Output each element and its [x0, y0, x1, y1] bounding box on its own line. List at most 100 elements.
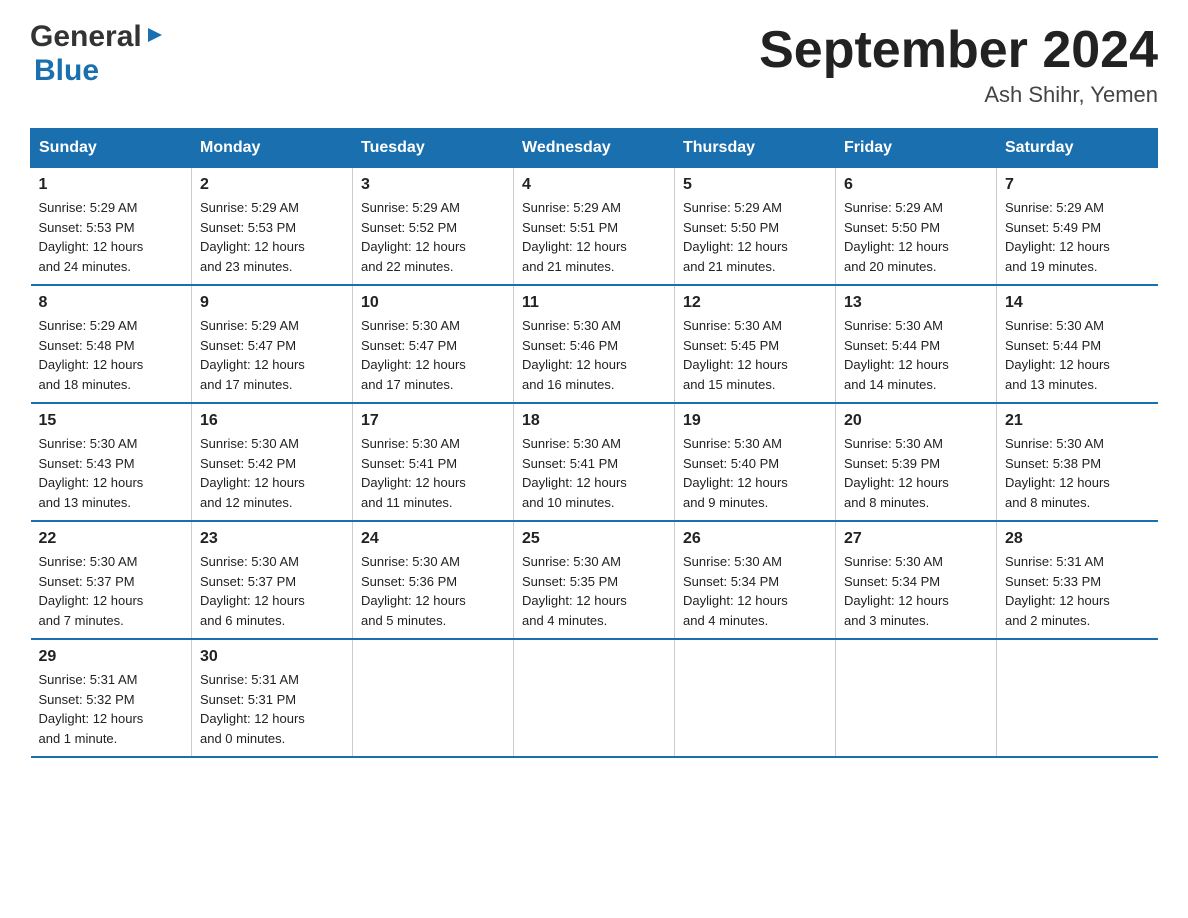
calendar-cell: 27 Sunrise: 5:30 AM Sunset: 5:34 PM Dayl… — [836, 521, 997, 639]
day-info: Sunrise: 5:30 AM Sunset: 5:46 PM Dayligh… — [522, 316, 666, 394]
calendar-week-row: 8 Sunrise: 5:29 AM Sunset: 5:48 PM Dayli… — [31, 285, 1158, 403]
logo-arrow-icon — [144, 24, 166, 51]
day-info: Sunrise: 5:30 AM Sunset: 5:40 PM Dayligh… — [683, 434, 827, 512]
calendar-week-row: 1 Sunrise: 5:29 AM Sunset: 5:53 PM Dayli… — [31, 168, 1158, 286]
calendar-header-row: SundayMondayTuesdayWednesdayThursdayFrid… — [31, 129, 1158, 168]
day-info: Sunrise: 5:29 AM Sunset: 5:52 PM Dayligh… — [361, 198, 505, 276]
day-number: 2 — [200, 176, 344, 194]
day-info: Sunrise: 5:29 AM Sunset: 5:51 PM Dayligh… — [522, 198, 666, 276]
calendar-cell: 1 Sunrise: 5:29 AM Sunset: 5:53 PM Dayli… — [31, 168, 192, 286]
day-info: Sunrise: 5:30 AM Sunset: 5:44 PM Dayligh… — [1005, 316, 1150, 394]
day-number: 26 — [683, 530, 827, 548]
month-title: September 2024 — [759, 20, 1158, 80]
logo: General Blue — [30, 20, 168, 88]
title-section: September 2024 Ash Shihr, Yemen — [759, 20, 1158, 108]
calendar-cell: 15 Sunrise: 5:30 AM Sunset: 5:43 PM Dayl… — [31, 403, 192, 521]
day-info: Sunrise: 5:30 AM Sunset: 5:45 PM Dayligh… — [683, 316, 827, 394]
day-info: Sunrise: 5:30 AM Sunset: 5:42 PM Dayligh… — [200, 434, 344, 512]
day-info: Sunrise: 5:30 AM Sunset: 5:47 PM Dayligh… — [361, 316, 505, 394]
calendar-header-monday: Monday — [192, 129, 353, 168]
calendar-cell: 26 Sunrise: 5:30 AM Sunset: 5:34 PM Dayl… — [675, 521, 836, 639]
calendar-cell — [353, 639, 514, 757]
day-info: Sunrise: 5:30 AM Sunset: 5:34 PM Dayligh… — [683, 552, 827, 630]
location-text: Ash Shihr, Yemen — [759, 82, 1158, 108]
day-number: 5 — [683, 176, 827, 194]
calendar-cell: 30 Sunrise: 5:31 AM Sunset: 5:31 PM Dayl… — [192, 639, 353, 757]
day-number: 18 — [522, 412, 666, 430]
day-number: 9 — [200, 294, 344, 312]
calendar-cell: 23 Sunrise: 5:30 AM Sunset: 5:37 PM Dayl… — [192, 521, 353, 639]
day-info: Sunrise: 5:30 AM Sunset: 5:41 PM Dayligh… — [361, 434, 505, 512]
calendar-cell: 29 Sunrise: 5:31 AM Sunset: 5:32 PM Dayl… — [31, 639, 192, 757]
calendar-week-row: 22 Sunrise: 5:30 AM Sunset: 5:37 PM Dayl… — [31, 521, 1158, 639]
calendar-week-row: 29 Sunrise: 5:31 AM Sunset: 5:32 PM Dayl… — [31, 639, 1158, 757]
day-info: Sunrise: 5:30 AM Sunset: 5:37 PM Dayligh… — [39, 552, 184, 630]
calendar-cell: 18 Sunrise: 5:30 AM Sunset: 5:41 PM Dayl… — [514, 403, 675, 521]
day-number: 14 — [1005, 294, 1150, 312]
day-number: 12 — [683, 294, 827, 312]
calendar-cell: 14 Sunrise: 5:30 AM Sunset: 5:44 PM Dayl… — [997, 285, 1158, 403]
calendar-cell: 7 Sunrise: 5:29 AM Sunset: 5:49 PM Dayli… — [997, 168, 1158, 286]
calendar-cell — [675, 639, 836, 757]
calendar-header-thursday: Thursday — [675, 129, 836, 168]
calendar-header-tuesday: Tuesday — [353, 129, 514, 168]
day-number: 25 — [522, 530, 666, 548]
calendar-week-row: 15 Sunrise: 5:30 AM Sunset: 5:43 PM Dayl… — [31, 403, 1158, 521]
day-number: 1 — [39, 176, 184, 194]
calendar-cell: 28 Sunrise: 5:31 AM Sunset: 5:33 PM Dayl… — [997, 521, 1158, 639]
day-number: 6 — [844, 176, 988, 194]
day-info: Sunrise: 5:30 AM Sunset: 5:37 PM Dayligh… — [200, 552, 344, 630]
day-number: 15 — [39, 412, 184, 430]
day-number: 29 — [39, 648, 184, 666]
calendar-cell — [997, 639, 1158, 757]
day-number: 19 — [683, 412, 827, 430]
calendar-cell: 25 Sunrise: 5:30 AM Sunset: 5:35 PM Dayl… — [514, 521, 675, 639]
day-number: 4 — [522, 176, 666, 194]
day-number: 27 — [844, 530, 988, 548]
page-header: General Blue September 2024 Ash Shihr, Y… — [30, 20, 1158, 108]
logo-blue-text: Blue — [34, 54, 99, 87]
calendar-cell: 2 Sunrise: 5:29 AM Sunset: 5:53 PM Dayli… — [192, 168, 353, 286]
day-number: 3 — [361, 176, 505, 194]
calendar-cell: 20 Sunrise: 5:30 AM Sunset: 5:39 PM Dayl… — [836, 403, 997, 521]
day-info: Sunrise: 5:29 AM Sunset: 5:48 PM Dayligh… — [39, 316, 184, 394]
day-info: Sunrise: 5:29 AM Sunset: 5:49 PM Dayligh… — [1005, 198, 1150, 276]
calendar-header-sunday: Sunday — [31, 129, 192, 168]
day-number: 23 — [200, 530, 344, 548]
calendar-cell — [836, 639, 997, 757]
calendar-cell: 10 Sunrise: 5:30 AM Sunset: 5:47 PM Dayl… — [353, 285, 514, 403]
day-number: 22 — [39, 530, 184, 548]
calendar-cell: 22 Sunrise: 5:30 AM Sunset: 5:37 PM Dayl… — [31, 521, 192, 639]
calendar-cell: 9 Sunrise: 5:29 AM Sunset: 5:47 PM Dayli… — [192, 285, 353, 403]
day-number: 8 — [39, 294, 184, 312]
calendar-cell: 16 Sunrise: 5:30 AM Sunset: 5:42 PM Dayl… — [192, 403, 353, 521]
day-info: Sunrise: 5:30 AM Sunset: 5:36 PM Dayligh… — [361, 552, 505, 630]
calendar-cell: 3 Sunrise: 5:29 AM Sunset: 5:52 PM Dayli… — [353, 168, 514, 286]
calendar-header-wednesday: Wednesday — [514, 129, 675, 168]
day-info: Sunrise: 5:30 AM Sunset: 5:39 PM Dayligh… — [844, 434, 988, 512]
day-number: 10 — [361, 294, 505, 312]
day-number: 20 — [844, 412, 988, 430]
calendar-header-friday: Friday — [836, 129, 997, 168]
day-info: Sunrise: 5:29 AM Sunset: 5:53 PM Dayligh… — [200, 198, 344, 276]
day-number: 21 — [1005, 412, 1150, 430]
calendar-cell: 19 Sunrise: 5:30 AM Sunset: 5:40 PM Dayl… — [675, 403, 836, 521]
calendar-cell: 21 Sunrise: 5:30 AM Sunset: 5:38 PM Dayl… — [997, 403, 1158, 521]
calendar-cell: 24 Sunrise: 5:30 AM Sunset: 5:36 PM Dayl… — [353, 521, 514, 639]
calendar-cell: 4 Sunrise: 5:29 AM Sunset: 5:51 PM Dayli… — [514, 168, 675, 286]
day-info: Sunrise: 5:31 AM Sunset: 5:31 PM Dayligh… — [200, 670, 344, 748]
calendar-cell: 17 Sunrise: 5:30 AM Sunset: 5:41 PM Dayl… — [353, 403, 514, 521]
day-info: Sunrise: 5:30 AM Sunset: 5:44 PM Dayligh… — [844, 316, 988, 394]
day-info: Sunrise: 5:30 AM Sunset: 5:35 PM Dayligh… — [522, 552, 666, 630]
day-number: 7 — [1005, 176, 1150, 194]
day-info: Sunrise: 5:30 AM Sunset: 5:38 PM Dayligh… — [1005, 434, 1150, 512]
day-info: Sunrise: 5:31 AM Sunset: 5:33 PM Dayligh… — [1005, 552, 1150, 630]
calendar-cell: 8 Sunrise: 5:29 AM Sunset: 5:48 PM Dayli… — [31, 285, 192, 403]
calendar-cell: 6 Sunrise: 5:29 AM Sunset: 5:50 PM Dayli… — [836, 168, 997, 286]
day-number: 28 — [1005, 530, 1150, 548]
day-number: 24 — [361, 530, 505, 548]
day-info: Sunrise: 5:29 AM Sunset: 5:47 PM Dayligh… — [200, 316, 344, 394]
day-info: Sunrise: 5:30 AM Sunset: 5:43 PM Dayligh… — [39, 434, 184, 512]
day-info: Sunrise: 5:29 AM Sunset: 5:53 PM Dayligh… — [39, 198, 184, 276]
day-info: Sunrise: 5:29 AM Sunset: 5:50 PM Dayligh… — [683, 198, 827, 276]
